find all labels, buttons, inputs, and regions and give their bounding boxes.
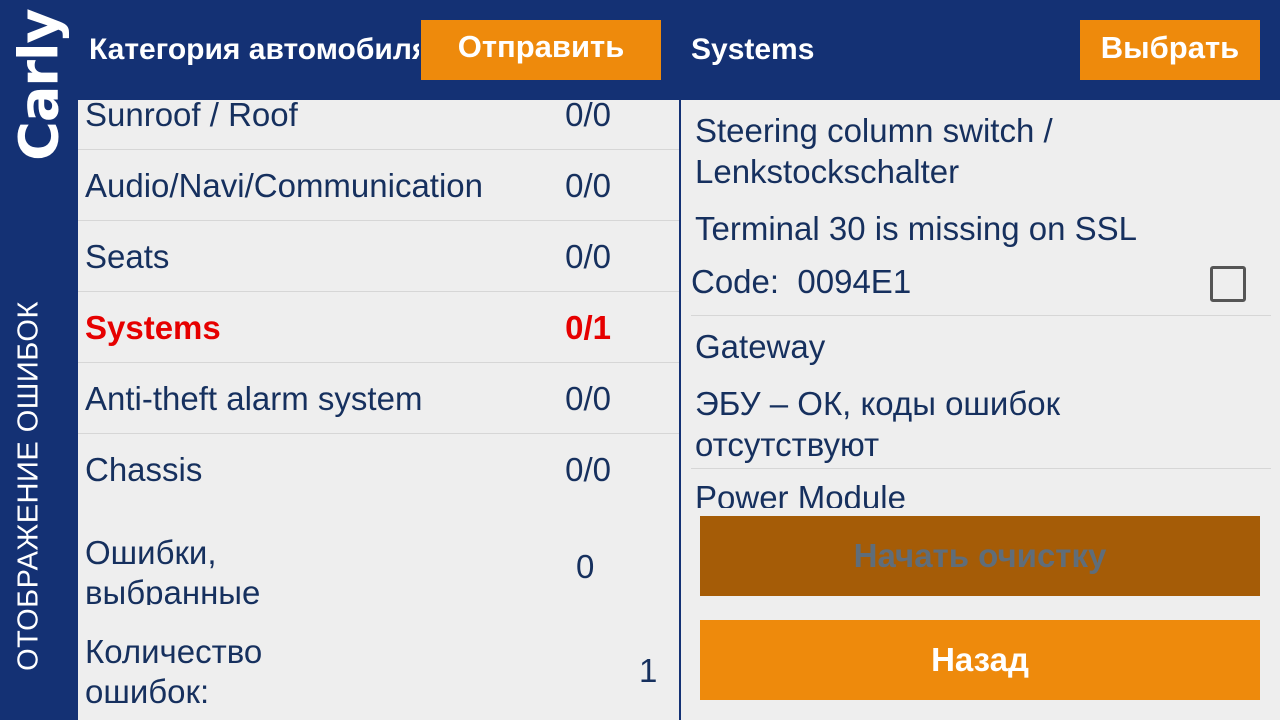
- error-item: Steering column switch / Lenkstockschalt…: [691, 100, 1271, 316]
- error-module-name: Lenkstockschalter: [695, 153, 960, 190]
- error-description: отсутствуют: [695, 426, 880, 463]
- category-row[interactable]: Audio/Navi/Communication 0/0: [78, 150, 679, 221]
- error-module-name: Gateway: [695, 328, 826, 365]
- error-count-stat: Количество ошибок: 1: [78, 632, 679, 720]
- error-item: Power Module: [691, 469, 1271, 508]
- error-item: Gateway ЭБУ – ОК, коды ошибок отсутствую…: [691, 316, 1271, 469]
- error-count-value: 1: [639, 652, 658, 689]
- start-clearing-button[interactable]: Начать очистку: [700, 516, 1260, 596]
- category-row[interactable]: Anti-theft alarm system 0/0: [78, 363, 679, 434]
- category-row[interactable]: Sunroof / Roof 0/0: [78, 100, 679, 150]
- error-module-name: Steering column switch /: [695, 112, 1053, 149]
- category-count: 0/0: [565, 100, 611, 133]
- category-row[interactable]: Seats 0/0: [78, 221, 679, 292]
- error-select-checkbox[interactable]: [1210, 266, 1246, 302]
- category-name: Chassis: [85, 451, 203, 488]
- error-description: ЭБУ – ОК, коды ошибок: [695, 385, 1061, 422]
- category-name: Anti-theft alarm system: [85, 380, 423, 417]
- category-name: Audio/Navi/Communication: [85, 167, 484, 204]
- send-button[interactable]: Отправить: [421, 20, 661, 80]
- selected-errors-value: 0: [576, 548, 595, 585]
- category-name: Sunroof / Roof: [85, 100, 298, 133]
- brand-logo: Carly: [7, 9, 71, 161]
- selected-errors-stat: Ошибки, выбранные 0: [78, 533, 679, 605]
- category-count: 0/0: [565, 238, 611, 275]
- sidebar-title: ОТОБРАЖЕНИЕ ОШИБОК: [12, 301, 45, 671]
- choose-button[interactable]: Выбрать: [1080, 20, 1260, 80]
- error-code: Code: 0094E1: [691, 263, 912, 300]
- category-count: 0/1: [565, 309, 611, 346]
- error-description: Terminal 30 is missing on SSL: [695, 210, 1138, 247]
- category-name: Seats: [85, 238, 170, 275]
- category-row-active[interactable]: Systems 0/1: [78, 292, 679, 363]
- sidebar-strip: Carly ОТОБРАЖЕНИЕ ОШИБОК: [0, 0, 78, 720]
- selected-errors-label: Ошибки, выбранные: [85, 534, 261, 605]
- category-title: Категория автомобиля: [89, 33, 419, 66]
- category-list: Sunroof / Roof 0/0 Audio/Navi/Communicat…: [78, 100, 679, 720]
- back-button[interactable]: Назад: [700, 620, 1260, 700]
- error-list: Steering column switch / Lenkstockschalt…: [681, 100, 1280, 508]
- error-count-label: Количество ошибок:: [85, 633, 263, 710]
- category-count: 0/0: [565, 167, 611, 204]
- category-row[interactable]: Chassis 0/0: [78, 434, 679, 505]
- systems-title: Systems: [691, 33, 815, 66]
- category-count: 0/0: [565, 451, 611, 488]
- header-bar: Категория автомобиля Отправить Systems В…: [78, 0, 1280, 100]
- category-name: Systems: [85, 309, 221, 346]
- error-module-name: Power Module: [695, 479, 906, 508]
- category-count: 0/0: [565, 380, 611, 417]
